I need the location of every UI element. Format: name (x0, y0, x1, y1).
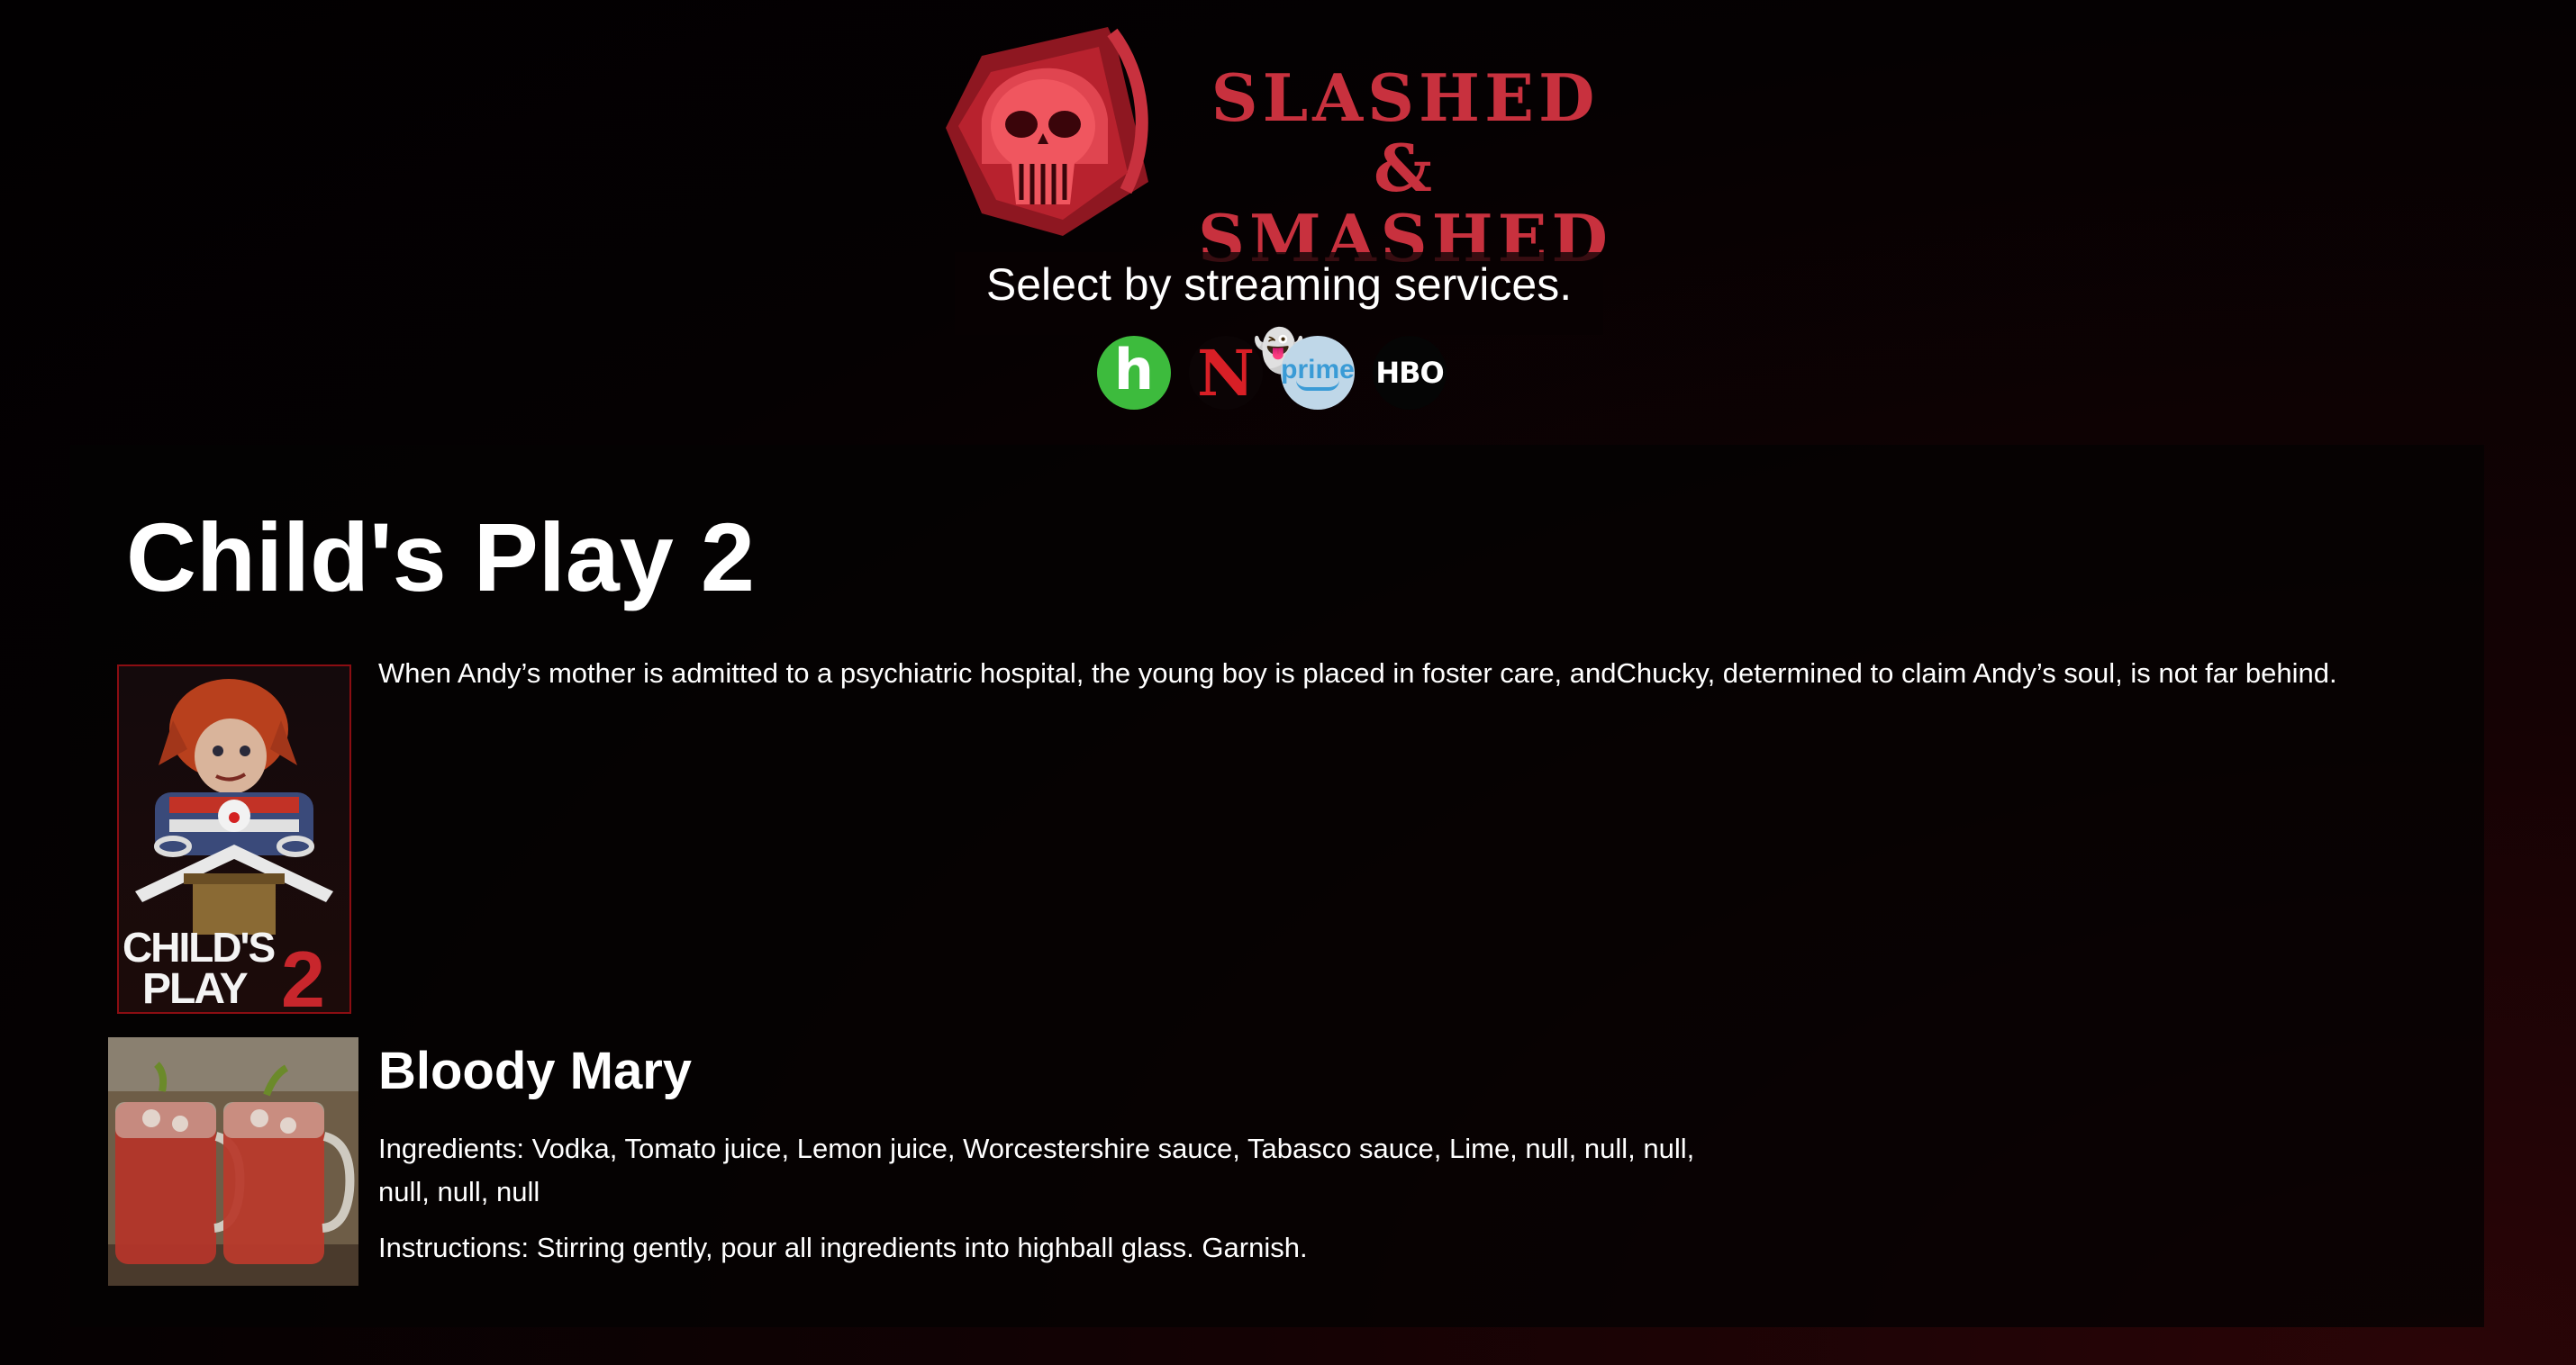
streaming-prompt: Select by streaming services. 👻 (955, 252, 1603, 374)
logo-line-1: SLASHED & (1211, 59, 1600, 206)
streaming-service-selector: h N prime HBO (1097, 336, 1475, 411)
poster-title-number: 2 (281, 935, 325, 1012)
site-logo-text: SLASHED & SMASHED (1180, 63, 1630, 274)
drink-image (108, 1037, 358, 1286)
chucky-poster-image: CHILD'S PLAY 2 (119, 666, 349, 1012)
netflix-button[interactable]: N (1189, 336, 1263, 410)
movie-description: When Andy’s mother is admitted to a psyc… (378, 657, 2337, 689)
hbo-button[interactable]: HBO (1373, 336, 1447, 410)
prime-video-button[interactable]: prime (1281, 336, 1355, 410)
hulu-button[interactable]: h (1097, 336, 1171, 410)
prime-smile-icon (1296, 380, 1339, 391)
drink-name: Bloody Mary (378, 1042, 693, 1100)
site-header: SLASHED & SMASHED Select by streaming se… (0, 0, 2576, 441)
poster-title-line-1: CHILD'S (122, 924, 274, 971)
drink-instructions: Instructions: Stirring gently, pour all … (378, 1232, 1308, 1263)
drink-ingredients: Ingredients: Vodka, Tomato juice, Lemon … (378, 1133, 1695, 1207)
hulu-icon: h (1113, 337, 1155, 402)
pairing-card: Child's Play 2 CHILD'S PLAY 2 When Andy’… (70, 445, 2484, 1327)
site-logo[interactable]: SLASHED & SMASHED (928, 20, 1612, 274)
poster-title-line-2: PLAY (142, 965, 249, 1012)
streaming-prompt-text: Select by streaming services. (985, 259, 1573, 310)
skull-reaper-logo-icon (946, 27, 1148, 236)
movie-title: Child's Play 2 (126, 502, 755, 611)
movie-poster: CHILD'S PLAY 2 (117, 664, 351, 1014)
bloody-mary-photo (108, 1037, 358, 1286)
netflix-icon: N (1197, 336, 1255, 410)
hbo-icon: HBO (1375, 356, 1444, 390)
